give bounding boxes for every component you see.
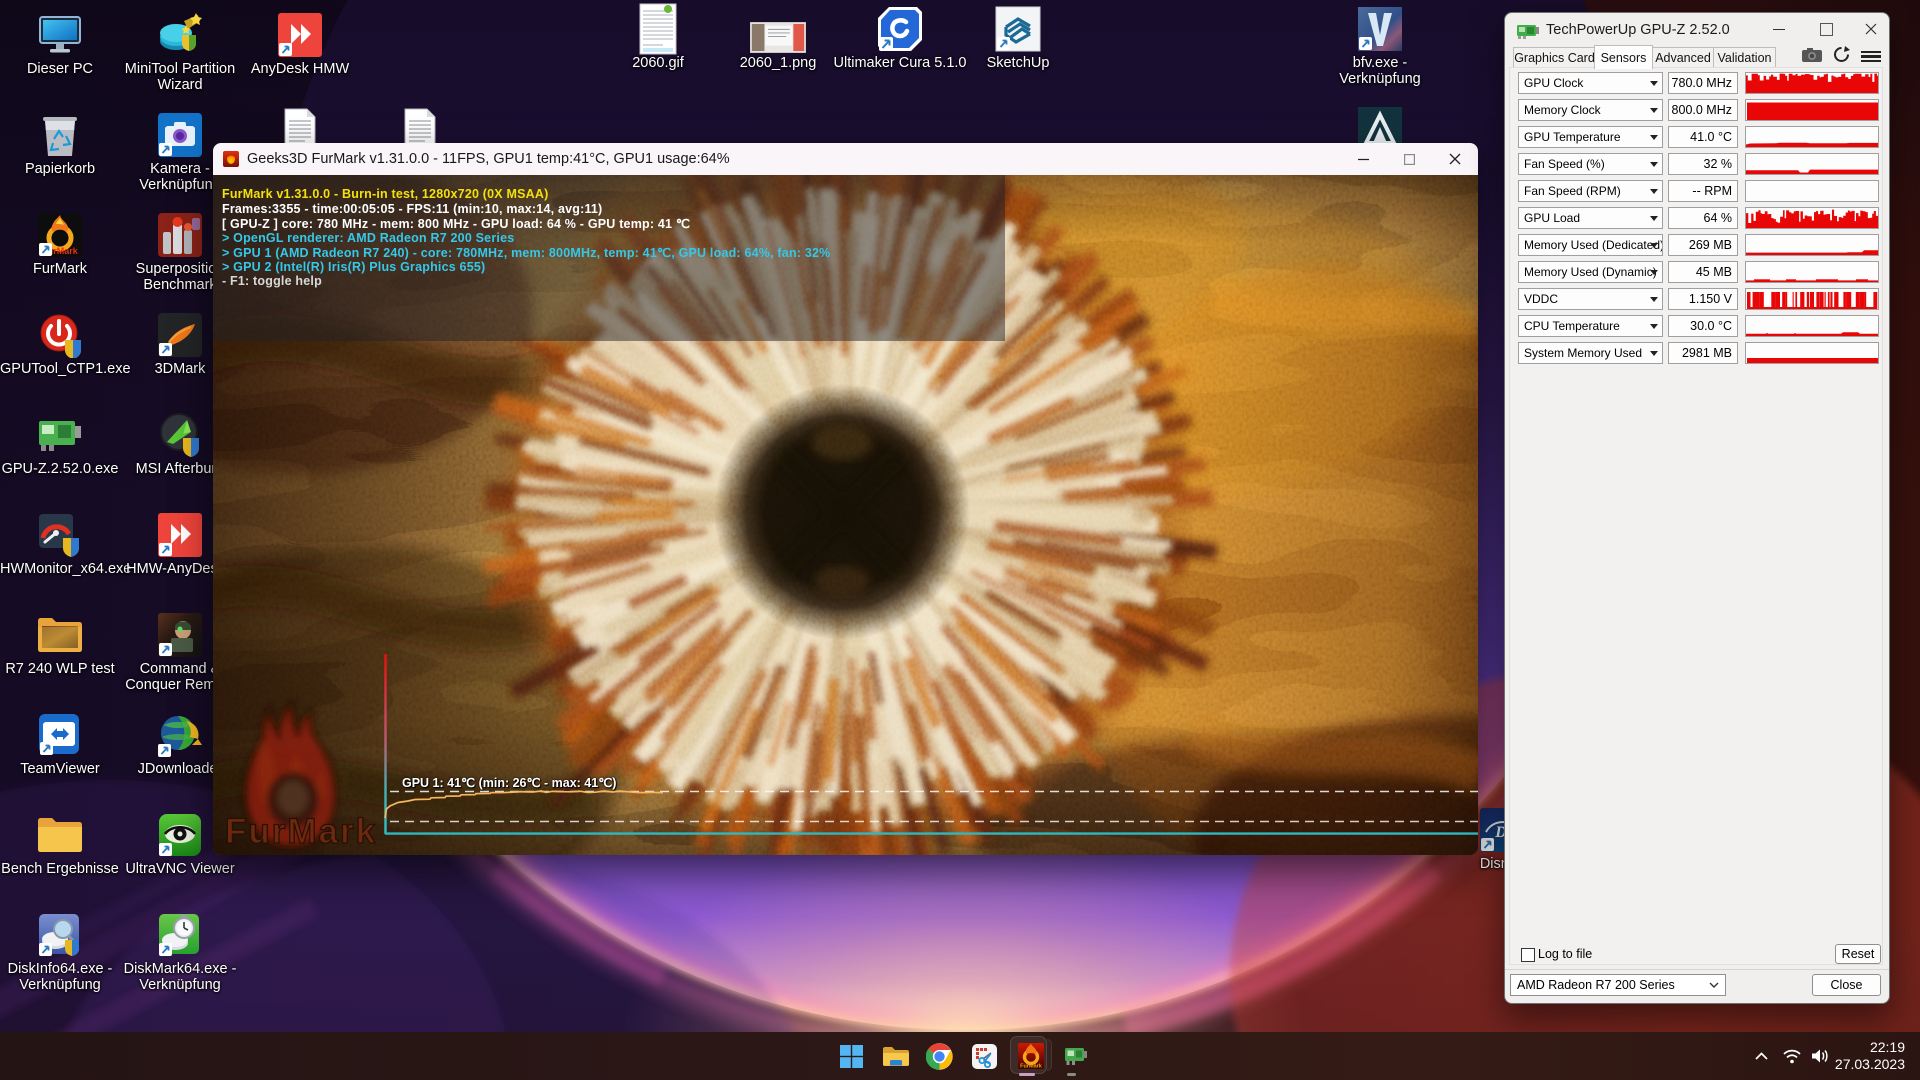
svg-text:FurMark: FurMark xyxy=(1020,1064,1043,1070)
svg-text:FurMark: FurMark xyxy=(225,812,377,851)
